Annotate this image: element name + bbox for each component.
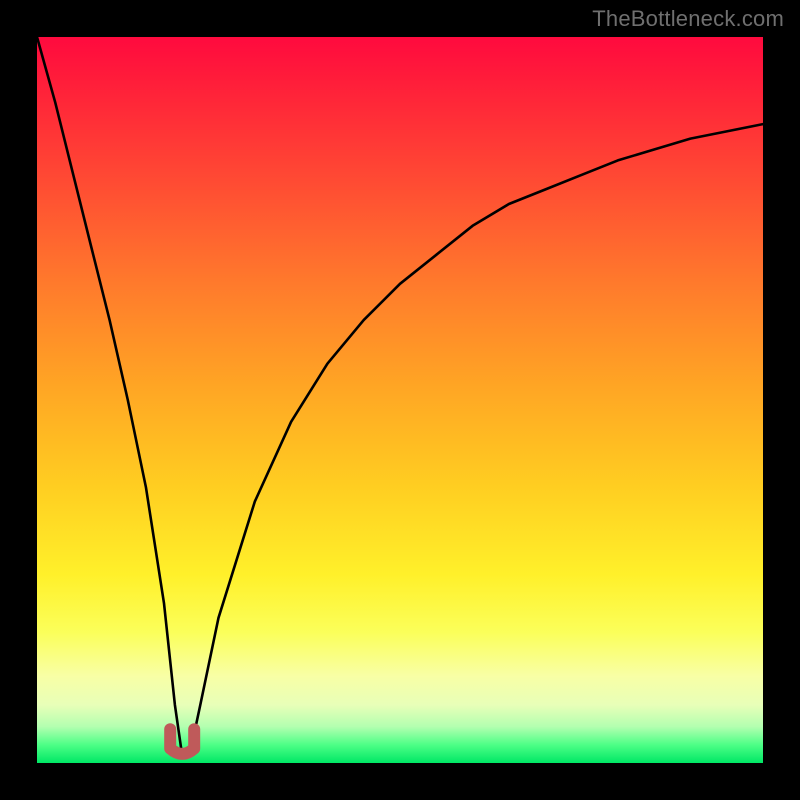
plot-area bbox=[37, 37, 763, 763]
curve-layer bbox=[37, 37, 763, 763]
min-bump-marker bbox=[170, 729, 194, 754]
chart-frame: TheBottleneck.com bbox=[0, 0, 800, 800]
watermark-text: TheBottleneck.com bbox=[592, 6, 784, 32]
bottleneck-curve bbox=[37, 37, 763, 756]
